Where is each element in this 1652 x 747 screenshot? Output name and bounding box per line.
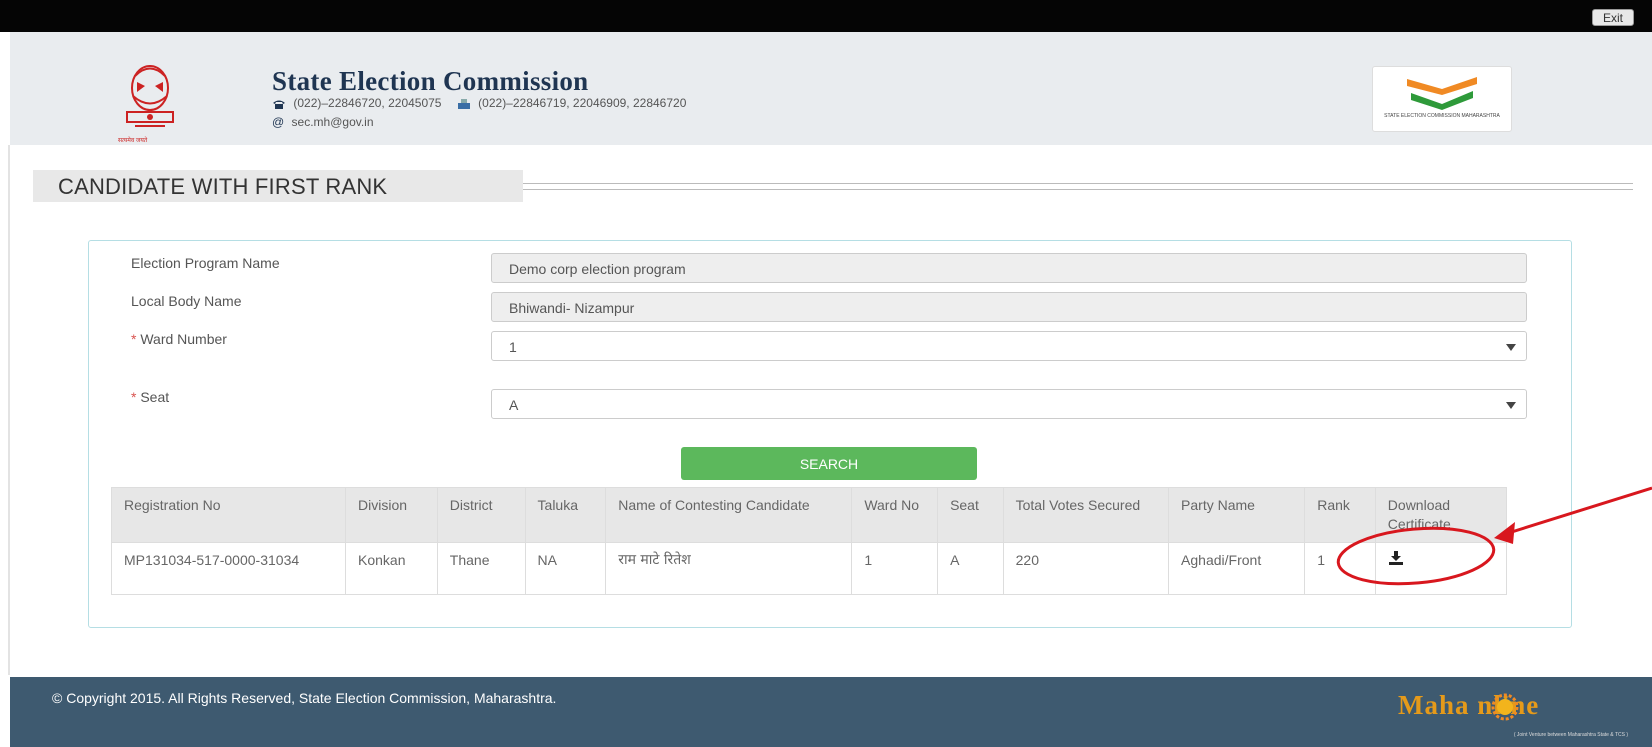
ward-number-select[interactable]: 1 — [491, 331, 1527, 361]
party-name-cell: Aghadi/Front — [1168, 542, 1306, 595]
fax-numbers: (022)–22846719, 22046909, 22846720 — [478, 96, 687, 110]
emblem-caption: सत्यमेव जयते — [118, 138, 148, 144]
total-votes-cell: 220 — [1002, 542, 1170, 595]
ward-number-label: * Ward Number — [131, 331, 227, 347]
column-header: Registration No — [111, 487, 346, 543]
mahaonline-logo: Maha nline ( Joint Venture between Mahar… — [1398, 690, 1638, 740]
column-header: Download Certificate — [1374, 487, 1508, 543]
sec-logo: STATE ELECTION COMMISSION MAHARASHTRA — [1372, 66, 1512, 132]
rank-cell: 1 — [1304, 542, 1376, 595]
required-marker: * — [131, 389, 137, 405]
email-address[interactable]: sec.mh@gov.in — [292, 115, 374, 129]
ward-number-value: 1 — [509, 339, 517, 355]
program-name-label: Election Program Name — [131, 255, 280, 271]
ward-number-label-text: Ward Number — [140, 331, 227, 347]
column-header: Party Name — [1168, 487, 1306, 543]
page-brand-title: State Election Commission — [272, 66, 589, 96]
program-name-field: Demo corp election program — [491, 253, 1527, 283]
section-title: CANDIDATE WITH FIRST RANK — [58, 174, 388, 199]
table-header-row: Registration No Division District Taluka… — [111, 487, 1508, 543]
mahaonline-tagline: ( Joint Venture between Maharashtra Stat… — [1513, 732, 1628, 738]
division-cell: Konkan — [345, 542, 438, 595]
seat-cell: A — [937, 542, 1004, 595]
site-footer: © Copyright 2015. All Rights Reserved, S… — [10, 677, 1652, 747]
site-header: सत्यमेव जयते State Election Commission (… — [10, 32, 1652, 145]
seat-label: * Seat — [131, 389, 169, 405]
table-row: MP131034-517-0000-31034 Konkan Thane NA … — [111, 542, 1508, 595]
seat-value: A — [509, 397, 519, 413]
exit-button[interactable]: Exit — [1591, 9, 1634, 26]
column-header: Total Votes Secured — [1002, 487, 1170, 543]
column-header: Taluka — [524, 487, 607, 543]
column-header: Seat — [937, 487, 1004, 543]
search-button[interactable]: SEARCH — [681, 447, 977, 480]
required-marker: * — [131, 331, 137, 347]
download-icon[interactable] — [1388, 551, 1404, 565]
results-table: Registration No Division District Taluka… — [111, 487, 1508, 595]
candidate-name-cell: राम माटे रितेश — [605, 542, 853, 595]
checkmark-logo-icon — [1407, 77, 1477, 110]
column-header: Division — [345, 487, 438, 543]
download-certificate-cell — [1374, 542, 1508, 595]
top-bar: Exit — [0, 0, 1652, 32]
local-body-label: Local Body Name — [131, 293, 242, 309]
column-header: Rank — [1304, 487, 1376, 543]
contact-line: (022)–22846720, 22045075 (022)–22846719,… — [272, 96, 698, 110]
logo-caption: STATE ELECTION COMMISSION MAHARASHTRA — [1384, 113, 1500, 119]
section-divider — [523, 183, 1633, 190]
phone-numbers: (022)–22846720, 22045075 — [293, 96, 442, 110]
chevron-down-icon[interactable] — [1506, 402, 1516, 409]
sun-logo-icon — [1491, 693, 1519, 721]
chevron-down-icon[interactable] — [1506, 344, 1516, 351]
seat-select[interactable]: A — [491, 389, 1527, 419]
ward-no-cell: 1 — [851, 542, 939, 595]
seat-label-text: Seat — [140, 389, 170, 405]
email-icon: @ — [272, 115, 285, 129]
district-cell: Thane — [436, 542, 526, 595]
copyright-text: © Copyright 2015. All Rights Reserved, S… — [52, 690, 557, 706]
local-body-field: Bhiwandi- Nizampur — [491, 292, 1527, 322]
email-line: @ sec.mh@gov.in — [272, 115, 374, 129]
registration-no-cell: MP131034-517-0000-31034 — [111, 542, 346, 595]
phone-icon — [273, 100, 285, 109]
fax-icon — [457, 98, 470, 109]
page-left-border — [8, 145, 10, 675]
taluka-cell: NA — [524, 542, 607, 595]
column-header: District — [436, 487, 526, 543]
column-header: Name of Contesting Candidate — [605, 487, 853, 543]
column-header: Ward No — [851, 487, 939, 543]
